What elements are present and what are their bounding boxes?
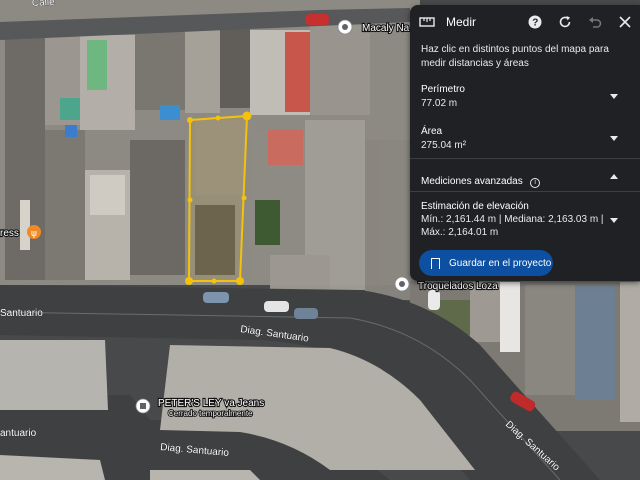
advanced-measurements-header[interactable]: Mediciones avanzadas i xyxy=(410,171,640,189)
panel-header: Medir ? xyxy=(410,5,640,39)
help-icon[interactable]: ? xyxy=(526,13,544,31)
elevation-line-2: Máx.: 2,164.01 m xyxy=(421,227,499,238)
street-label-santuario-bl: antuario xyxy=(0,428,37,439)
restaurant-icon: ψ xyxy=(31,229,37,239)
perimeter-value: 77.02 m xyxy=(421,98,458,109)
chevron-down-icon[interactable] xyxy=(610,136,618,141)
street-label-santuario-left: Santuario xyxy=(0,308,43,319)
close-icon[interactable] xyxy=(616,13,634,31)
undo-icon[interactable] xyxy=(586,13,604,31)
ruler-icon xyxy=(418,13,436,31)
panel-title: Medir xyxy=(446,15,477,29)
poi-macaly-label: Macaly Na xyxy=(362,23,410,34)
measure-panel: Medir ? Haz clic en distintos puntos del… xyxy=(410,5,640,281)
elevation-label: Estimación de elevación xyxy=(421,201,529,212)
area-label: Área xyxy=(421,126,443,137)
poi-peters-label: PETER'S LEY va Jeans xyxy=(158,398,264,409)
elevation-line-1: Mín.: 2,161.44 m | Mediana: 2,163.03 m | xyxy=(421,214,604,225)
perimeter-label: Perímetro xyxy=(421,84,465,95)
poi-peters-status: Cerrado temporalmente xyxy=(168,409,253,418)
poi-macaly[interactable]: Macaly Na xyxy=(337,19,411,35)
panel-description: Haz clic en distintos puntos del mapa pa… xyxy=(421,44,609,69)
refresh-icon[interactable] xyxy=(556,13,574,31)
bookmark-icon xyxy=(431,257,440,269)
divider xyxy=(410,158,640,159)
area-row[interactable]: Área 275.04 m² xyxy=(410,126,640,151)
poi-express-label: ress xyxy=(0,228,19,239)
street-label-calle: Calle xyxy=(32,0,56,9)
area-value: 275.04 m² xyxy=(421,140,467,151)
poi-troquelados-label: Troquelados Loza xyxy=(418,281,498,292)
advanced-label: Mediciones avanzadas xyxy=(421,176,523,187)
chevron-down-icon[interactable] xyxy=(610,94,618,99)
save-to-project-button[interactable]: Guardar en el proyecto xyxy=(419,250,553,276)
perimeter-row[interactable]: Perímetro 77.02 m xyxy=(410,84,640,109)
divider xyxy=(410,191,640,192)
svg-text:?: ? xyxy=(532,18,538,29)
elevation-row[interactable]: Estimación de elevación Mín.: 2,161.44 m… xyxy=(410,201,640,238)
info-icon[interactable]: i xyxy=(530,178,541,188)
chevron-down-icon[interactable] xyxy=(610,218,618,223)
save-button-label: Guardar en el proyecto xyxy=(449,257,552,269)
chevron-up-icon[interactable] xyxy=(610,174,618,179)
